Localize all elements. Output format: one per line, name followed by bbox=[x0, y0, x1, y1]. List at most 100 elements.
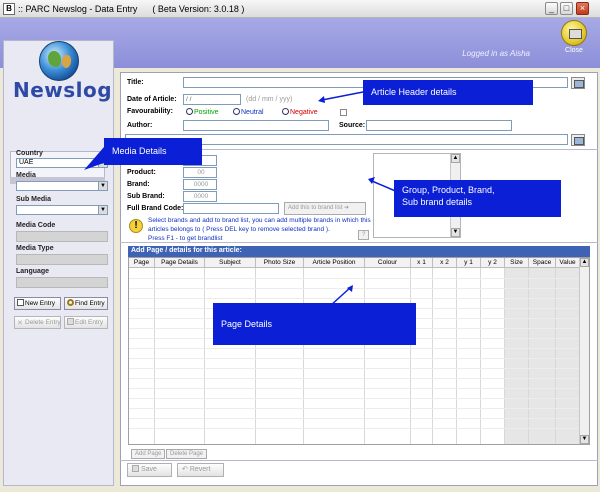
app-icon: B bbox=[3, 3, 15, 15]
delete-entry-button[interactable]: ✕ Delete Entry bbox=[14, 316, 61, 329]
help-button[interactable]: ? bbox=[358, 230, 369, 240]
subbrand-input[interactable]: 0000 bbox=[183, 191, 217, 202]
close-app-button[interactable]: Close bbox=[560, 20, 588, 54]
source-input[interactable] bbox=[366, 120, 512, 131]
fav-negative-radio[interactable]: Negative bbox=[282, 108, 318, 116]
date-input[interactable]: / / bbox=[183, 94, 241, 105]
grid-scrollbar[interactable]: ▲ ▼ bbox=[579, 258, 589, 444]
country-label: Country bbox=[16, 150, 43, 157]
col-article-position: Article Position bbox=[304, 258, 365, 268]
section-divider bbox=[120, 460, 598, 461]
brand-input[interactable]: 0000 bbox=[183, 179, 217, 190]
title-label: Title: bbox=[127, 79, 144, 86]
brand-info-line2: articles belongs to ( Press DEL key to r… bbox=[148, 226, 330, 233]
col-x1: x 1 bbox=[411, 258, 433, 268]
add-page-button[interactable]: Add Page bbox=[131, 449, 166, 459]
source-label: Source: bbox=[339, 122, 366, 129]
window-close-button[interactable]: × bbox=[576, 2, 589, 15]
col-space: Space bbox=[529, 258, 556, 268]
fav-neutral-label: Neutral bbox=[241, 109, 264, 116]
minimize-button[interactable]: _ bbox=[545, 2, 558, 15]
author-label: Author: bbox=[127, 122, 153, 129]
brand-logo: Newslog bbox=[13, 78, 113, 102]
full-brand-code-input[interactable] bbox=[183, 203, 279, 214]
submedia-label: Sub Media bbox=[16, 196, 52, 203]
col-value: Value bbox=[556, 258, 580, 268]
callout-brand-details-line2: Sub brand details bbox=[402, 197, 473, 207]
language-field bbox=[16, 277, 108, 288]
scroll-down-icon[interactable]: ▼ bbox=[451, 228, 460, 237]
date-label: Date of Article: bbox=[127, 96, 177, 103]
callout-page-details: Page Details bbox=[213, 303, 416, 345]
scroll-down-icon[interactable]: ▼ bbox=[580, 435, 589, 444]
product-label: Product: bbox=[127, 169, 156, 176]
callout-brand-details-line1: Group, Product, Brand, bbox=[402, 185, 495, 195]
save-button[interactable]: Save bbox=[127, 463, 172, 477]
add-to-brand-list-label: Add this to brand list bbox=[288, 205, 343, 211]
close-app-label: Close bbox=[565, 47, 583, 54]
media-select[interactable]: ▼ bbox=[16, 181, 108, 191]
col-y2: y 2 bbox=[481, 258, 505, 268]
author-input[interactable] bbox=[183, 120, 329, 131]
chevron-down-icon: ▼ bbox=[98, 206, 107, 214]
save-icon bbox=[132, 465, 139, 472]
scroll-up-icon[interactable]: ▲ bbox=[451, 154, 460, 163]
col-y1: y 1 bbox=[457, 258, 481, 268]
media-code-label: Media Code bbox=[16, 222, 56, 229]
col-colour: Colour bbox=[365, 258, 411, 268]
scroll-up-icon[interactable]: ▲ bbox=[580, 258, 589, 267]
revert-button[interactable]: ↶ Revert bbox=[177, 463, 224, 477]
logged-in-label: Logged in as Aisha bbox=[462, 49, 530, 58]
callout-brand-details: Group, Product, Brand, Sub brand details bbox=[394, 180, 561, 217]
new-document-icon bbox=[17, 299, 24, 306]
language-label: Language bbox=[16, 268, 50, 275]
fav-negative-label: Negative bbox=[290, 109, 318, 116]
callout-media-details: Media Details bbox=[104, 138, 202, 165]
media-label: Media bbox=[16, 172, 36, 179]
product-input[interactable]: 00 bbox=[183, 167, 217, 178]
delete-page-button[interactable]: Delete Page bbox=[166, 449, 208, 459]
revert-icon: ↶ bbox=[182, 466, 188, 473]
col-page: Page bbox=[129, 258, 155, 268]
lightbulb-icon: ! bbox=[129, 219, 143, 233]
find-entry-button[interactable]: Find Entry bbox=[64, 297, 108, 310]
notes-lookup-icon[interactable] bbox=[571, 134, 585, 146]
add-to-brand-list-button[interactable]: Add this to brand list ➜ bbox=[284, 202, 366, 215]
new-entry-button[interactable]: New Entry bbox=[14, 297, 61, 310]
pages-grid[interactable]: Page Page Details Subject Photo Size Art… bbox=[128, 257, 590, 445]
country-select[interactable]: UAE ▼ bbox=[16, 158, 108, 168]
col-x2: x 2 bbox=[433, 258, 457, 268]
radio-icon bbox=[282, 108, 289, 115]
fav-positive-radio[interactable]: Positive bbox=[186, 108, 219, 116]
edit-icon bbox=[67, 318, 74, 325]
brand-label: Brand: bbox=[127, 181, 150, 188]
chevron-down-icon: ▼ bbox=[98, 182, 107, 190]
submedia-select[interactable]: ▼ bbox=[16, 205, 108, 215]
delete-icon: ✕ bbox=[17, 320, 23, 327]
save-label: Save bbox=[140, 466, 157, 473]
media-code-field bbox=[16, 231, 108, 242]
arrow-right-icon: ➜ bbox=[344, 205, 350, 211]
window-title: :: PARC Newslog - Data Entry ( Beta Vers… bbox=[18, 4, 245, 14]
title-lookup-icon[interactable] bbox=[571, 77, 585, 89]
revert-label: Revert bbox=[189, 466, 211, 473]
fav-neutral-radio[interactable]: Neutral bbox=[233, 108, 264, 116]
country-value: UAE bbox=[19, 159, 34, 166]
full-brand-code-label: Full Brand Code: bbox=[127, 205, 184, 212]
radio-icon bbox=[186, 108, 193, 115]
search-icon bbox=[67, 299, 74, 306]
sidebar: Newslog Data Entry Country UAE ▼ Media ▼… bbox=[3, 40, 114, 486]
callout-article-header: Article Header details bbox=[363, 80, 533, 105]
edit-entry-button[interactable]: Edit Entry bbox=[64, 316, 108, 329]
subbrand-label: Sub Brand: bbox=[127, 193, 165, 200]
favourability-label: Favourability: bbox=[127, 108, 173, 115]
brand-info-line1: Select brands and add to brand list, you… bbox=[148, 217, 371, 224]
maximize-button[interactable]: □ bbox=[560, 2, 573, 15]
col-page-details: Page Details bbox=[155, 258, 205, 268]
pages-header: Add Page / details for this article: bbox=[128, 246, 590, 257]
col-size: Size bbox=[505, 258, 529, 268]
window-titlebar: B :: PARC Newslog - Data Entry ( Beta Ve… bbox=[0, 0, 600, 18]
radio-icon bbox=[233, 108, 240, 115]
checkbox[interactable] bbox=[340, 109, 347, 116]
new-entry-label: New Entry bbox=[25, 300, 55, 307]
